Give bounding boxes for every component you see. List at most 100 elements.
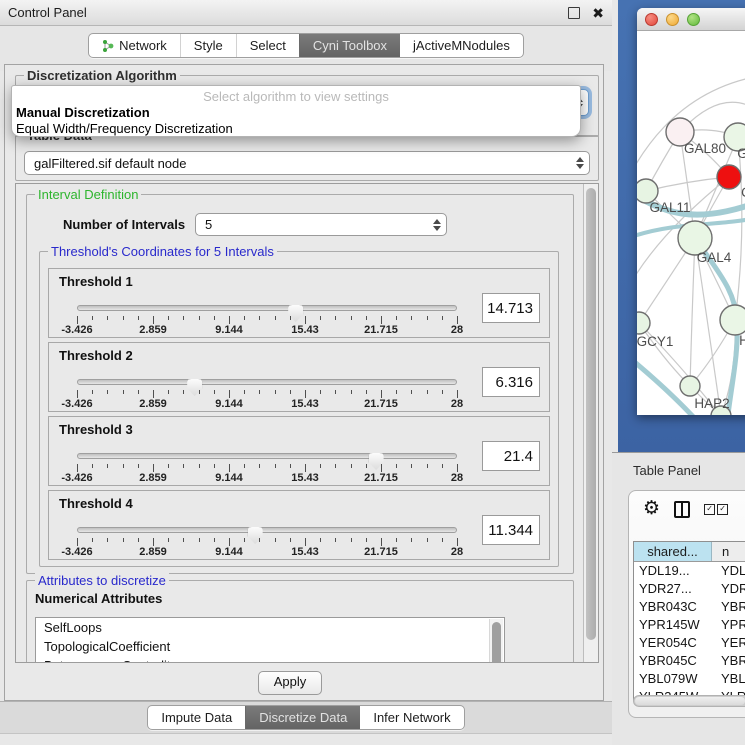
gear-icon[interactable]: ⚙ bbox=[643, 499, 660, 519]
table-cell: YBR0 bbox=[711, 652, 745, 670]
slider-tick-labels: -3.4262.8599.14415.4321.71528 bbox=[77, 472, 457, 484]
list-item[interactable]: BetweennessCentrality bbox=[36, 656, 504, 663]
column-header-shared-name[interactable]: shared... bbox=[634, 542, 712, 561]
tick-mark bbox=[244, 390, 245, 394]
table-row[interactable]: YDR27...YDR2 bbox=[634, 580, 745, 598]
table-row[interactable]: YBR043CYBR0 bbox=[634, 598, 745, 616]
network-window: GAL80GACGAL11GAL4GCY1HHAP2 bbox=[637, 8, 745, 415]
tick-label: 9.144 bbox=[215, 472, 243, 484]
slider-track[interactable] bbox=[77, 527, 457, 533]
table-data-combobox[interactable]: galFiltered.sif default node bbox=[24, 151, 590, 175]
tick-mark bbox=[305, 390, 306, 398]
popup-option[interactable]: Manual Discretization bbox=[16, 105, 576, 121]
tick-mark bbox=[138, 316, 139, 320]
combo-spinner-icon[interactable] bbox=[571, 157, 589, 169]
checkbox-icon[interactable]: ✓ bbox=[704, 504, 715, 515]
tick-mark bbox=[123, 316, 124, 320]
threshold-slider[interactable]: -3.4262.8599.14415.4321.71528 bbox=[77, 300, 457, 334]
node-right-mid[interactable] bbox=[720, 305, 745, 335]
node-hap2[interactable] bbox=[680, 376, 700, 396]
node-gcy1[interactable] bbox=[637, 312, 650, 334]
algorithm-group-label: Discretization Algorithm bbox=[24, 68, 180, 83]
tick-mark bbox=[214, 390, 215, 394]
tick-mark bbox=[320, 464, 321, 468]
column-header-name[interactable]: n bbox=[712, 542, 745, 561]
tick-mark bbox=[107, 464, 108, 468]
zoom-traffic-light-icon[interactable] bbox=[687, 13, 700, 26]
tab-label: Impute Data bbox=[161, 710, 232, 725]
threshold-value-field[interactable]: 6.316 bbox=[482, 367, 540, 397]
tick-mark bbox=[153, 538, 154, 546]
list-item[interactable]: TopologicalCoefficient bbox=[36, 637, 504, 656]
tab-jactivemnodules[interactable]: jActiveMNodules bbox=[400, 34, 523, 57]
tick-label: 2.859 bbox=[139, 546, 167, 558]
table-row[interactable]: YBL079WYBL0 bbox=[634, 670, 745, 688]
num-intervals-combobox[interactable]: 5 bbox=[195, 213, 447, 236]
tab-select[interactable]: Select bbox=[236, 34, 299, 57]
tick-mark bbox=[153, 316, 154, 324]
table-cell: YBL079W bbox=[634, 670, 711, 688]
list-item[interactable]: SelfLoops bbox=[36, 618, 504, 637]
tick-mark bbox=[396, 538, 397, 542]
close-icon[interactable]: ✖ bbox=[592, 8, 604, 18]
tick-mark bbox=[275, 538, 276, 542]
tick-mark bbox=[259, 538, 260, 542]
threshold-value-field[interactable]: 11.344 bbox=[482, 515, 540, 545]
tick-mark bbox=[427, 538, 428, 542]
network-canvas[interactable]: GAL80GACGAL11GAL4GCY1HHAP2 bbox=[637, 31, 745, 415]
threshold-slider[interactable]: -3.4262.8599.14415.4321.71528 bbox=[77, 522, 457, 556]
tab-style[interactable]: Style bbox=[180, 34, 236, 57]
tick-mark bbox=[320, 316, 321, 320]
node-table[interactable]: shared...nYDL19...YDL1YDR27...YDR2YBR043… bbox=[633, 541, 745, 701]
tick-mark bbox=[320, 390, 321, 394]
tick-mark bbox=[411, 464, 412, 468]
threshold-value-field[interactable]: 21.4 bbox=[482, 441, 540, 471]
threshold-box: Threshold 1-3.4262.8599.14415.4321.71528… bbox=[48, 268, 550, 338]
table-data-group: Table Data galFiltered.sif default node bbox=[15, 135, 599, 181]
attributes-scrollbar[interactable] bbox=[489, 619, 503, 663]
tab-discretize-data[interactable]: Discretize Data bbox=[245, 706, 360, 729]
combo-spinner-icon[interactable] bbox=[428, 219, 446, 231]
tick-mark bbox=[214, 464, 215, 468]
table-cell: YDL19... bbox=[634, 562, 711, 580]
table-row[interactable]: YBR045CYBR0 bbox=[634, 652, 745, 670]
table-cell: YDR2 bbox=[711, 580, 745, 598]
checkbox-icon[interactable]: ✓ bbox=[717, 504, 728, 515]
panel-title: Control Panel bbox=[8, 5, 568, 20]
slider-track[interactable] bbox=[77, 379, 457, 385]
tick-mark bbox=[259, 316, 260, 320]
tick-mark bbox=[427, 464, 428, 468]
checkbox-icons[interactable]: ✓ ✓ bbox=[704, 504, 728, 515]
table-row[interactable]: YDL19...YDL1 bbox=[634, 562, 745, 580]
slider-track[interactable] bbox=[77, 453, 457, 459]
tab-cyni-toolbox[interactable]: Cyni Toolbox bbox=[299, 34, 400, 57]
split-columns-icon[interactable] bbox=[674, 501, 690, 518]
tick-mark bbox=[411, 538, 412, 542]
close-traffic-light-icon[interactable] bbox=[645, 13, 658, 26]
apply-button[interactable]: Apply bbox=[258, 671, 322, 695]
popup-option[interactable]: Equal Width/Frequency Discretization bbox=[16, 121, 576, 137]
attributes-group: Attributes to discretize Numerical Attri… bbox=[26, 580, 574, 663]
slider-track[interactable] bbox=[77, 305, 457, 311]
control-panel-titlebar: Control Panel ✖ bbox=[0, 0, 612, 26]
tick-mark bbox=[199, 316, 200, 320]
float-window-icon[interactable] bbox=[568, 7, 580, 19]
threshold-slider[interactable]: -3.4262.8599.14415.4321.71528 bbox=[77, 448, 457, 482]
tick-mark bbox=[457, 464, 458, 472]
table-horizontal-scrollbar[interactable] bbox=[633, 695, 745, 707]
tab-infer-network[interactable]: Infer Network bbox=[360, 706, 463, 729]
table-row[interactable]: YER054CYER0 bbox=[634, 634, 745, 652]
tab-label: jActiveMNodules bbox=[413, 38, 510, 53]
table-cell: YBR0 bbox=[711, 598, 745, 616]
slider-ticks bbox=[77, 464, 457, 472]
tab-impute-data[interactable]: Impute Data bbox=[148, 706, 245, 729]
numerical-attributes-list[interactable]: SelfLoopsTopologicalCoefficientBetweenne… bbox=[35, 617, 505, 663]
threshold-value-field[interactable]: 14.713 bbox=[482, 293, 540, 323]
threshold-slider[interactable]: -3.4262.8599.14415.4321.71528 bbox=[77, 374, 457, 408]
table-row[interactable]: YPR145WYPR1 bbox=[634, 616, 745, 634]
tick-label: 21.715 bbox=[364, 398, 398, 410]
node-red[interactable] bbox=[717, 165, 741, 189]
minimize-traffic-light-icon[interactable] bbox=[666, 13, 679, 26]
tab-network[interactable]: Network bbox=[89, 34, 180, 57]
settings-vertical-scrollbar[interactable] bbox=[583, 184, 598, 662]
